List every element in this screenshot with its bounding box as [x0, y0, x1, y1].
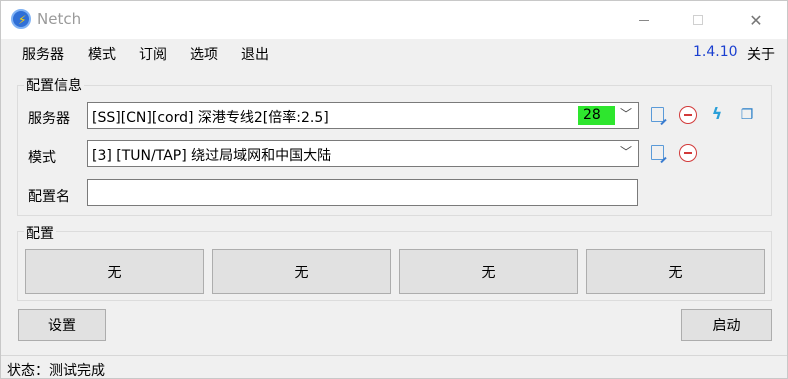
minimize-button[interactable] — [621, 1, 667, 39]
server-select[interactable]: [SS][CN][cord] 深港专线2[倍率:2.5] 28 ﹀ — [87, 102, 639, 129]
minimize-icon — [639, 19, 649, 21]
menu-subscription[interactable]: 订阅 — [139, 44, 167, 64]
menu-bar: 服务器 模式 订阅 选项 退出 1.4.10 关于 — [1, 39, 787, 67]
start-button[interactable]: 启动 — [681, 309, 772, 341]
menu-options[interactable]: 选项 — [190, 44, 218, 64]
server-select-value: [SS][CN][cord] 深港专线2[倍率:2.5] — [92, 110, 329, 126]
profile-button-4[interactable]: 无 — [586, 249, 765, 294]
status-text: 状态：测试完成 — [7, 363, 105, 379]
window-title: Netch — [37, 10, 82, 28]
mode-select-value: [3] [TUN/TAP] 绕过局域网和中国大陆 — [92, 148, 332, 164]
profile-name-label: 配置名 — [28, 189, 70, 205]
menu-about[interactable]: 关于 — [747, 44, 775, 64]
chevron-down-icon: ﹀ — [619, 107, 632, 121]
close-button[interactable]: ✕ — [733, 1, 779, 39]
menu-exit[interactable]: 退出 — [241, 44, 269, 64]
close-icon: ✕ — [749, 10, 763, 30]
menu-mode[interactable]: 模式 — [88, 44, 116, 64]
status-bar: 状态：测试完成 — [1, 355, 787, 379]
version-label[interactable]: 1.4.10 — [693, 44, 738, 60]
edit-server-icon[interactable] — [651, 107, 664, 122]
profile-button-1[interactable]: 无 — [25, 249, 204, 294]
delete-server-icon[interactable] — [679, 106, 697, 124]
maximize-button[interactable] — [675, 1, 721, 39]
config-info-title: 配置信息 — [24, 75, 84, 95]
chevron-down-icon: ﹀ — [619, 145, 632, 159]
profiles-title: 配置 — [24, 223, 56, 243]
menu-server[interactable]: 服务器 — [22, 44, 64, 64]
delete-mode-icon[interactable] — [679, 144, 697, 162]
profile-button-3[interactable]: 无 — [399, 249, 578, 294]
maximize-icon — [693, 15, 703, 25]
netch-logo-icon: ⚡ — [11, 9, 31, 29]
speed-test-icon[interactable]: ϟ — [708, 105, 726, 123]
mode-label: 模式 — [28, 150, 56, 166]
title-bar[interactable]: ⚡ Netch ✕ — [1, 1, 787, 39]
copy-icon[interactable]: ❐ — [738, 106, 756, 124]
settings-button[interactable]: 设置 — [18, 309, 106, 341]
app-window: ⚡ Netch ✕ 服务器 模式 订阅 选项 退出 1.4.10 关于 配置信息… — [0, 0, 788, 379]
server-label: 服务器 — [28, 111, 70, 127]
profile-button-2[interactable]: 无 — [212, 249, 391, 294]
server-delay-badge: 28 — [578, 106, 615, 125]
edit-mode-icon[interactable] — [651, 145, 664, 160]
profile-name-input[interactable] — [87, 179, 638, 206]
mode-select[interactable]: [3] [TUN/TAP] 绕过局域网和中国大陆 ﹀ — [87, 140, 639, 167]
